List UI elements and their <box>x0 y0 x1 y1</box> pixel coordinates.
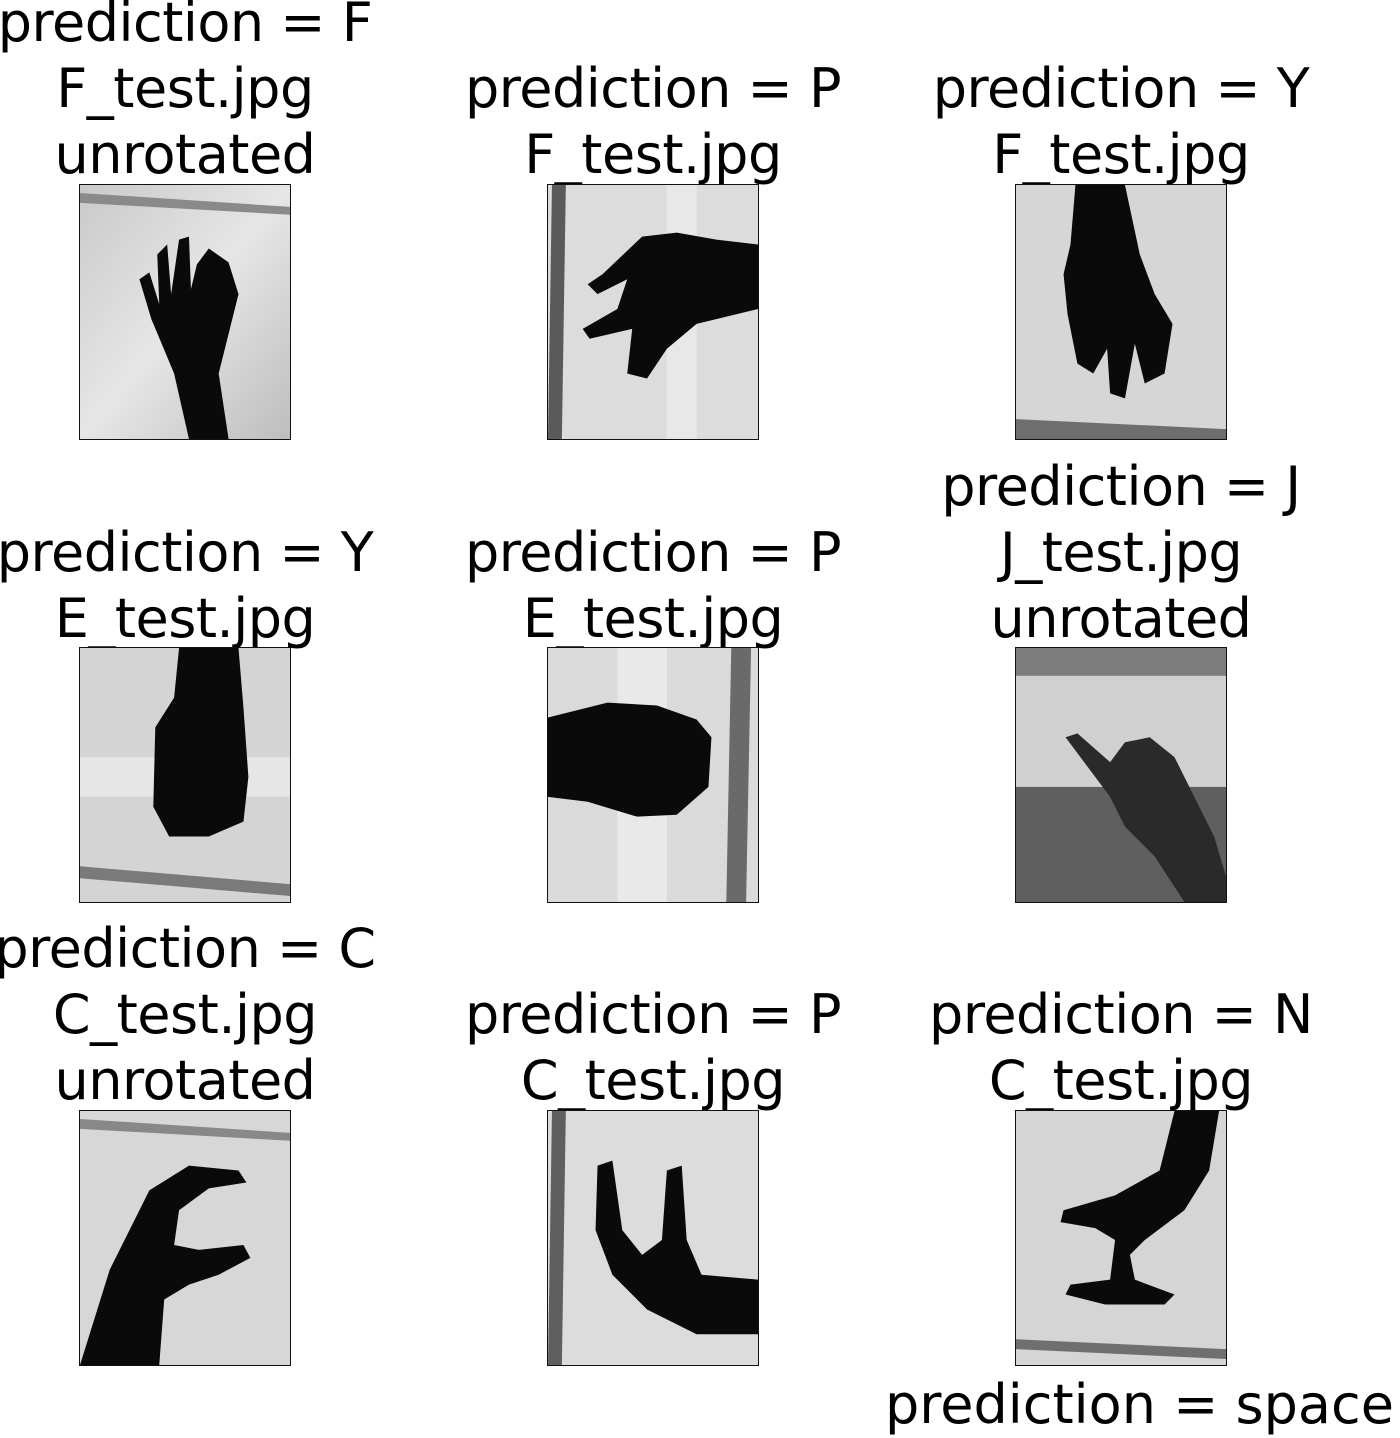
prediction-label: prediction = P <box>464 983 842 1046</box>
filename-label: C_test.jpg <box>52 983 318 1046</box>
filename-label: F_test.jpg <box>524 123 782 186</box>
filename-label: F_test.jpg <box>56 57 314 120</box>
hand-image <box>547 184 759 440</box>
hand-image <box>1015 1110 1227 1366</box>
hand-image <box>547 647 759 903</box>
hand-image <box>79 647 291 903</box>
prediction-label: prediction = J <box>941 455 1301 518</box>
panel-title: prediction = C C_test.jpg unrotated <box>0 916 415 1114</box>
filename-label: J_test.jpg <box>999 521 1243 584</box>
filename-label: C_test.jpg <box>988 1049 1254 1112</box>
prediction-label: prediction = P <box>464 521 842 584</box>
rotation-label: unrotated <box>54 123 316 186</box>
panel-title: prediction = F F_test.jpg unrotated <box>0 0 415 188</box>
cut-off-panel-title: prediction = space <box>885 1373 1394 1436</box>
prediction-label: prediction = Y <box>0 521 374 584</box>
prediction-label: prediction = C <box>0 917 376 980</box>
filename-label: F_test.jpg <box>992 123 1250 186</box>
prediction-label: prediction = P <box>464 57 842 120</box>
hand-image <box>79 1110 291 1366</box>
rotation-label: unrotated <box>990 587 1252 650</box>
panel-title: prediction = Y E_test.jpg <box>0 520 415 652</box>
panel-title: prediction = Y F_test.jpg <box>891 56 1351 188</box>
panel-title: prediction = P F_test.jpg <box>423 56 883 188</box>
panel-title: prediction = N C_test.jpg <box>891 982 1351 1114</box>
panel-title: prediction = J J_test.jpg unrotated <box>891 454 1351 652</box>
panel-title: prediction = P E_test.jpg <box>423 520 883 652</box>
prediction-label: prediction = F <box>0 0 373 54</box>
filename-label: C_test.jpg <box>520 1049 786 1112</box>
hand-image <box>1015 184 1227 440</box>
panel-title: prediction = P C_test.jpg <box>423 982 883 1114</box>
rotation-label: unrotated <box>54 1049 316 1112</box>
hand-image <box>547 1110 759 1366</box>
hand-image <box>79 184 291 440</box>
hand-image <box>1015 647 1227 903</box>
prediction-label: prediction = Y <box>932 57 1310 120</box>
filename-label: E_test.jpg <box>54 587 316 650</box>
prediction-label: prediction = N <box>929 983 1313 1046</box>
filename-label: E_test.jpg <box>522 587 784 650</box>
